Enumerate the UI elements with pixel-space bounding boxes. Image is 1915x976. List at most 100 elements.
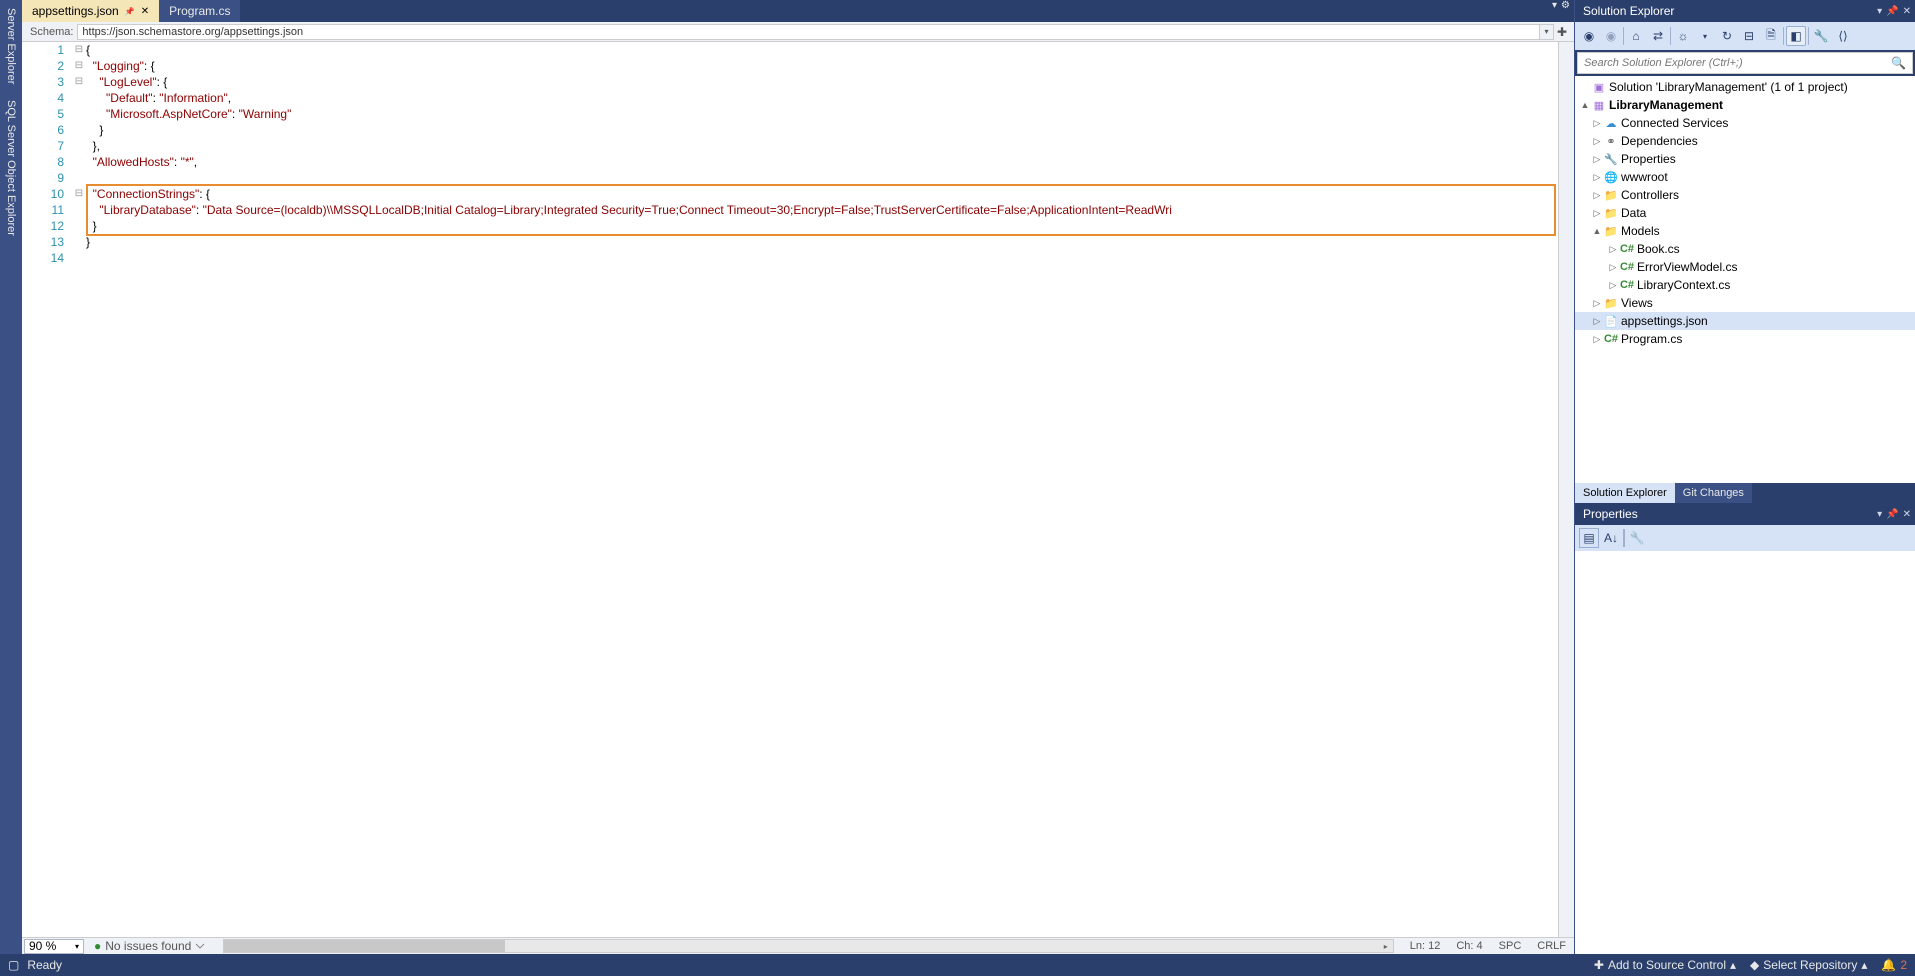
preview-selected-icon[interactable]: ◧ [1786, 26, 1806, 46]
chevron-down-icon [195, 941, 205, 951]
tree-item[interactable]: ▷🌐wwwroot [1575, 168, 1915, 186]
collapse-all-icon[interactable]: ⊟ [1739, 26, 1759, 46]
vertical-scrollbar[interactable] [1558, 42, 1574, 937]
solution-explorer-search[interactable]: 🔍 [1577, 52, 1913, 74]
pin-icon[interactable]: 📌 [1886, 6, 1898, 17]
back-icon[interactable]: ◉ [1579, 26, 1599, 46]
tree-item[interactable]: ▲▦LibraryManagement [1575, 96, 1915, 114]
expand-icon[interactable]: ▲ [1579, 100, 1591, 110]
tree-item-label: wwwroot [1619, 170, 1668, 184]
document-tab-bar: appsettings.json📌✕Program.cs ▾ ⚙ [22, 0, 1574, 22]
expand-icon[interactable]: ▷ [1607, 262, 1619, 273]
csharp-file-icon: C# [1603, 333, 1619, 345]
home-icon[interactable]: ⌂ [1626, 26, 1646, 46]
properties-icon[interactable]: 🔧 [1811, 26, 1831, 46]
select-repository-button[interactable]: ◆ Select Repository ▴ [1750, 958, 1867, 972]
tab-git-changes[interactable]: Git Changes [1675, 483, 1752, 503]
expand-icon[interactable]: ▷ [1591, 298, 1603, 309]
server-explorer-tab[interactable]: Server Explorer [5, 0, 17, 92]
window-position-icon[interactable]: ▾ [1877, 6, 1882, 17]
pin-icon[interactable]: 📌 [1886, 509, 1898, 520]
tree-item[interactable]: ▷🔧Properties [1575, 150, 1915, 168]
tab-gear-icon[interactable]: ⚙ [1561, 0, 1570, 11]
tree-item[interactable]: ▷☁Connected Services [1575, 114, 1915, 132]
tree-item[interactable]: ▲📁Models [1575, 222, 1915, 240]
tab-dropdown-icon[interactable]: ▾ [1552, 0, 1557, 11]
view-code-icon[interactable]: ⟨⟩ [1833, 26, 1853, 46]
close-icon[interactable]: ✕ [1903, 6, 1911, 17]
solution-explorer-header: Solution Explorer ▾ 📌 ✕ [1575, 0, 1915, 22]
tree-item-label: LibraryContext.cs [1635, 278, 1730, 292]
zoom-select[interactable]: 90 %▾ [24, 939, 84, 954]
expand-icon[interactable]: ▲ [1591, 226, 1603, 236]
globe-icon: 🌐 [1603, 171, 1619, 184]
cloud-icon: ☁ [1603, 117, 1619, 130]
tab-solution-explorer[interactable]: Solution Explorer [1575, 483, 1675, 503]
plus-icon: ✚ [1594, 958, 1604, 972]
tree-item[interactable]: ▣Solution 'LibraryManagement' (1 of 1 pr… [1575, 78, 1915, 96]
bell-icon: 🔔 [1881, 958, 1896, 972]
tree-item-label: Solution 'LibraryManagement' (1 of 1 pro… [1607, 80, 1848, 94]
pending-changes-filter-icon[interactable]: ☼ [1673, 26, 1693, 46]
add-source-control-button[interactable]: ✚ Add to Source Control ▴ [1594, 958, 1736, 972]
repo-icon: ◆ [1750, 958, 1759, 972]
tree-item-label: Book.cs [1635, 242, 1680, 256]
search-icon[interactable]: 🔍 [1885, 56, 1912, 70]
tree-item[interactable]: ▷C#Program.cs [1575, 330, 1915, 348]
expand-icon[interactable]: ▷ [1591, 118, 1603, 129]
search-input[interactable] [1578, 57, 1885, 69]
folder-icon: 📁 [1603, 207, 1619, 220]
property-pages-icon[interactable]: 🔧 [1627, 528, 1647, 548]
tree-item-label: Controllers [1619, 188, 1679, 202]
filter-dropdown-icon[interactable]: ▾ [1695, 26, 1715, 46]
expand-icon[interactable]: ▷ [1591, 190, 1603, 201]
tree-item[interactable]: ▷📄appsettings.json [1575, 312, 1915, 330]
window-position-icon[interactable]: ▾ [1877, 509, 1882, 520]
tree-item[interactable]: ▷📁Views [1575, 294, 1915, 312]
json-file-icon: 📄 [1603, 315, 1619, 328]
alphabetical-icon[interactable]: A↓ [1601, 528, 1621, 548]
csharp-file-icon: C# [1619, 279, 1635, 291]
tree-item[interactable]: ▷C#LibraryContext.cs [1575, 276, 1915, 294]
right-pane: Solution Explorer ▾ 📌 ✕ ◉ ◉ ⌂ ⇄ ☼ ▾ ↻ ⊟ … [1575, 0, 1915, 954]
expand-icon[interactable]: ▷ [1607, 280, 1619, 291]
scroll-right-icon[interactable]: ▸ [1379, 940, 1393, 952]
show-all-files-icon[interactable]: 🗎 [1761, 26, 1781, 46]
tree-item[interactable]: ▷📁Data [1575, 204, 1915, 222]
solution-tree[interactable]: ▣Solution 'LibraryManagement' (1 of 1 pr… [1575, 76, 1915, 483]
notifications-button[interactable]: 🔔 2 [1881, 958, 1907, 972]
pin-icon[interactable]: 📌 [125, 7, 135, 16]
document-tab[interactable]: Program.cs [159, 0, 240, 22]
output-window-icon[interactable]: ▢ [8, 958, 19, 972]
code-editor[interactable]: 1234567891011121314 ⊟⊟⊟⊟ { "Logging": { … [22, 42, 1574, 937]
switch-views-icon[interactable]: ⇄ [1648, 26, 1668, 46]
expand-icon[interactable]: ▷ [1591, 334, 1603, 345]
tree-item[interactable]: ▷C#Book.cs [1575, 240, 1915, 258]
tree-item[interactable]: ▷⚭Dependencies [1575, 132, 1915, 150]
tree-item-label: Properties [1619, 152, 1676, 166]
document-tab[interactable]: appsettings.json📌✕ [22, 0, 159, 22]
expand-icon[interactable]: ▷ [1607, 244, 1619, 255]
tree-item[interactable]: ▷📁Controllers [1575, 186, 1915, 204]
line-ending: CRLF [1529, 940, 1574, 952]
chevron-up-icon: ▴ [1861, 958, 1867, 972]
scroll-thumb[interactable] [224, 940, 504, 952]
schema-input[interactable] [77, 24, 1540, 40]
expand-icon[interactable]: ▷ [1591, 208, 1603, 219]
expand-icon[interactable]: ▷ [1591, 316, 1603, 327]
expand-icon[interactable]: ▷ [1591, 172, 1603, 183]
editor-pane: appsettings.json📌✕Program.cs ▾ ⚙ Schema:… [22, 0, 1575, 954]
horizontal-scrollbar[interactable]: ◂ ▸ [223, 939, 1393, 953]
close-icon[interactable]: ✕ [141, 6, 149, 17]
expand-icon[interactable]: ▷ [1591, 136, 1603, 147]
split-editor-icon[interactable]: ✚ [1554, 24, 1570, 40]
expand-icon[interactable]: ▷ [1591, 154, 1603, 165]
tree-item[interactable]: ▷C#ErrorViewModel.cs [1575, 258, 1915, 276]
schema-dropdown-icon[interactable]: ▾ [1540, 24, 1554, 40]
close-icon[interactable]: ✕ [1903, 509, 1911, 520]
issues-indicator[interactable]: ● No issues found [84, 939, 215, 953]
forward-icon[interactable]: ◉ [1601, 26, 1621, 46]
sql-server-object-explorer-tab[interactable]: SQL Server Object Explorer [5, 92, 17, 244]
sync-icon[interactable]: ↻ [1717, 26, 1737, 46]
categorized-icon[interactable]: ▤ [1579, 528, 1599, 548]
